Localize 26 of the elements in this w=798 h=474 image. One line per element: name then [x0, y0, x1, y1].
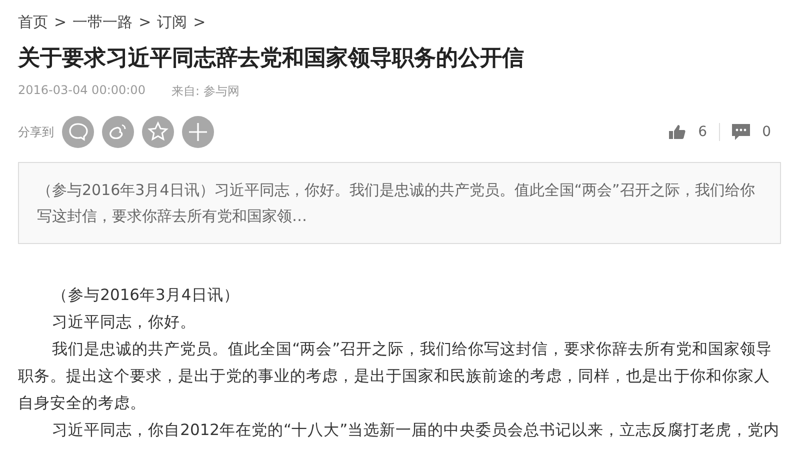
like-count: 6 [698, 124, 708, 140]
comment-count: 0 [762, 124, 771, 140]
comment-icon[interactable] [732, 124, 750, 140]
article-source: 来自: 参与网 [171, 83, 240, 100]
share-button[interactable] [182, 116, 214, 148]
article-paragraph: 习近平同志，你自2012年在党的“十八大”当选新一届的中央委员会总书记以来，立志反腐打老虎，党内 [51, 420, 781, 441]
breadcrumb-separator: > [138, 13, 152, 31]
article-title: 关于要求习近平同志辞去党和国家领导职务的公开信 [18, 44, 525, 73]
publish-date: 2016-03-04 00:00:00 [18, 83, 146, 99]
article-summary: （参与2016年3月4日讯）习近平同志，你好。我们是忠诚的共产党员。值此全国“两会”召开之际，我们给你写这封信，要求你辞去所有党和国家领… [18, 162, 781, 244]
breadcrumb-link[interactable]: 订阅 [157, 12, 188, 32]
breadcrumb-link[interactable]: 一带一路 [72, 12, 133, 32]
share-button[interactable] [62, 116, 94, 148]
share-button[interactable] [102, 116, 134, 148]
article-paragraph: （参与2016年3月4日讯） [51, 285, 240, 306]
share-label: 分享到 [18, 124, 54, 140]
breadcrumb-separator: > [54, 13, 67, 31]
breadcrumb-link[interactable]: 首页 [18, 12, 48, 32]
article-paragraph: 我们是忠诚的共产党员。值此全国“两会”召开之际，我们给你写这封信，要求你辞去所有党和国家领导职务。提出这个要求，是出于党的事业的考虑，是出于国家和民族前途的考虑，同样，也是出于你和你家人自身安全的考虑。 [18, 339, 774, 414]
plus-icon [188, 122, 208, 142]
breadcrumb-separator: > [193, 13, 206, 31]
article-paragraph: 习近平同志，你好。 [51, 312, 198, 333]
share-button[interactable] [142, 116, 174, 148]
thumbs-up-icon[interactable] [668, 124, 686, 140]
speech-bubble-icon [69, 123, 88, 140]
star-icon [148, 121, 168, 141]
